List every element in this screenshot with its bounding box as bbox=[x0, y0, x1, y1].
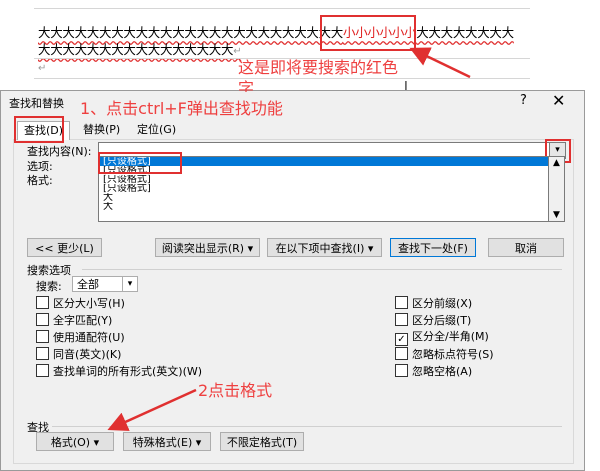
arrow-to-red-text bbox=[409, 47, 471, 79]
annotation-arrows bbox=[107, 47, 471, 431]
arrow-to-format-button bbox=[107, 388, 197, 431]
